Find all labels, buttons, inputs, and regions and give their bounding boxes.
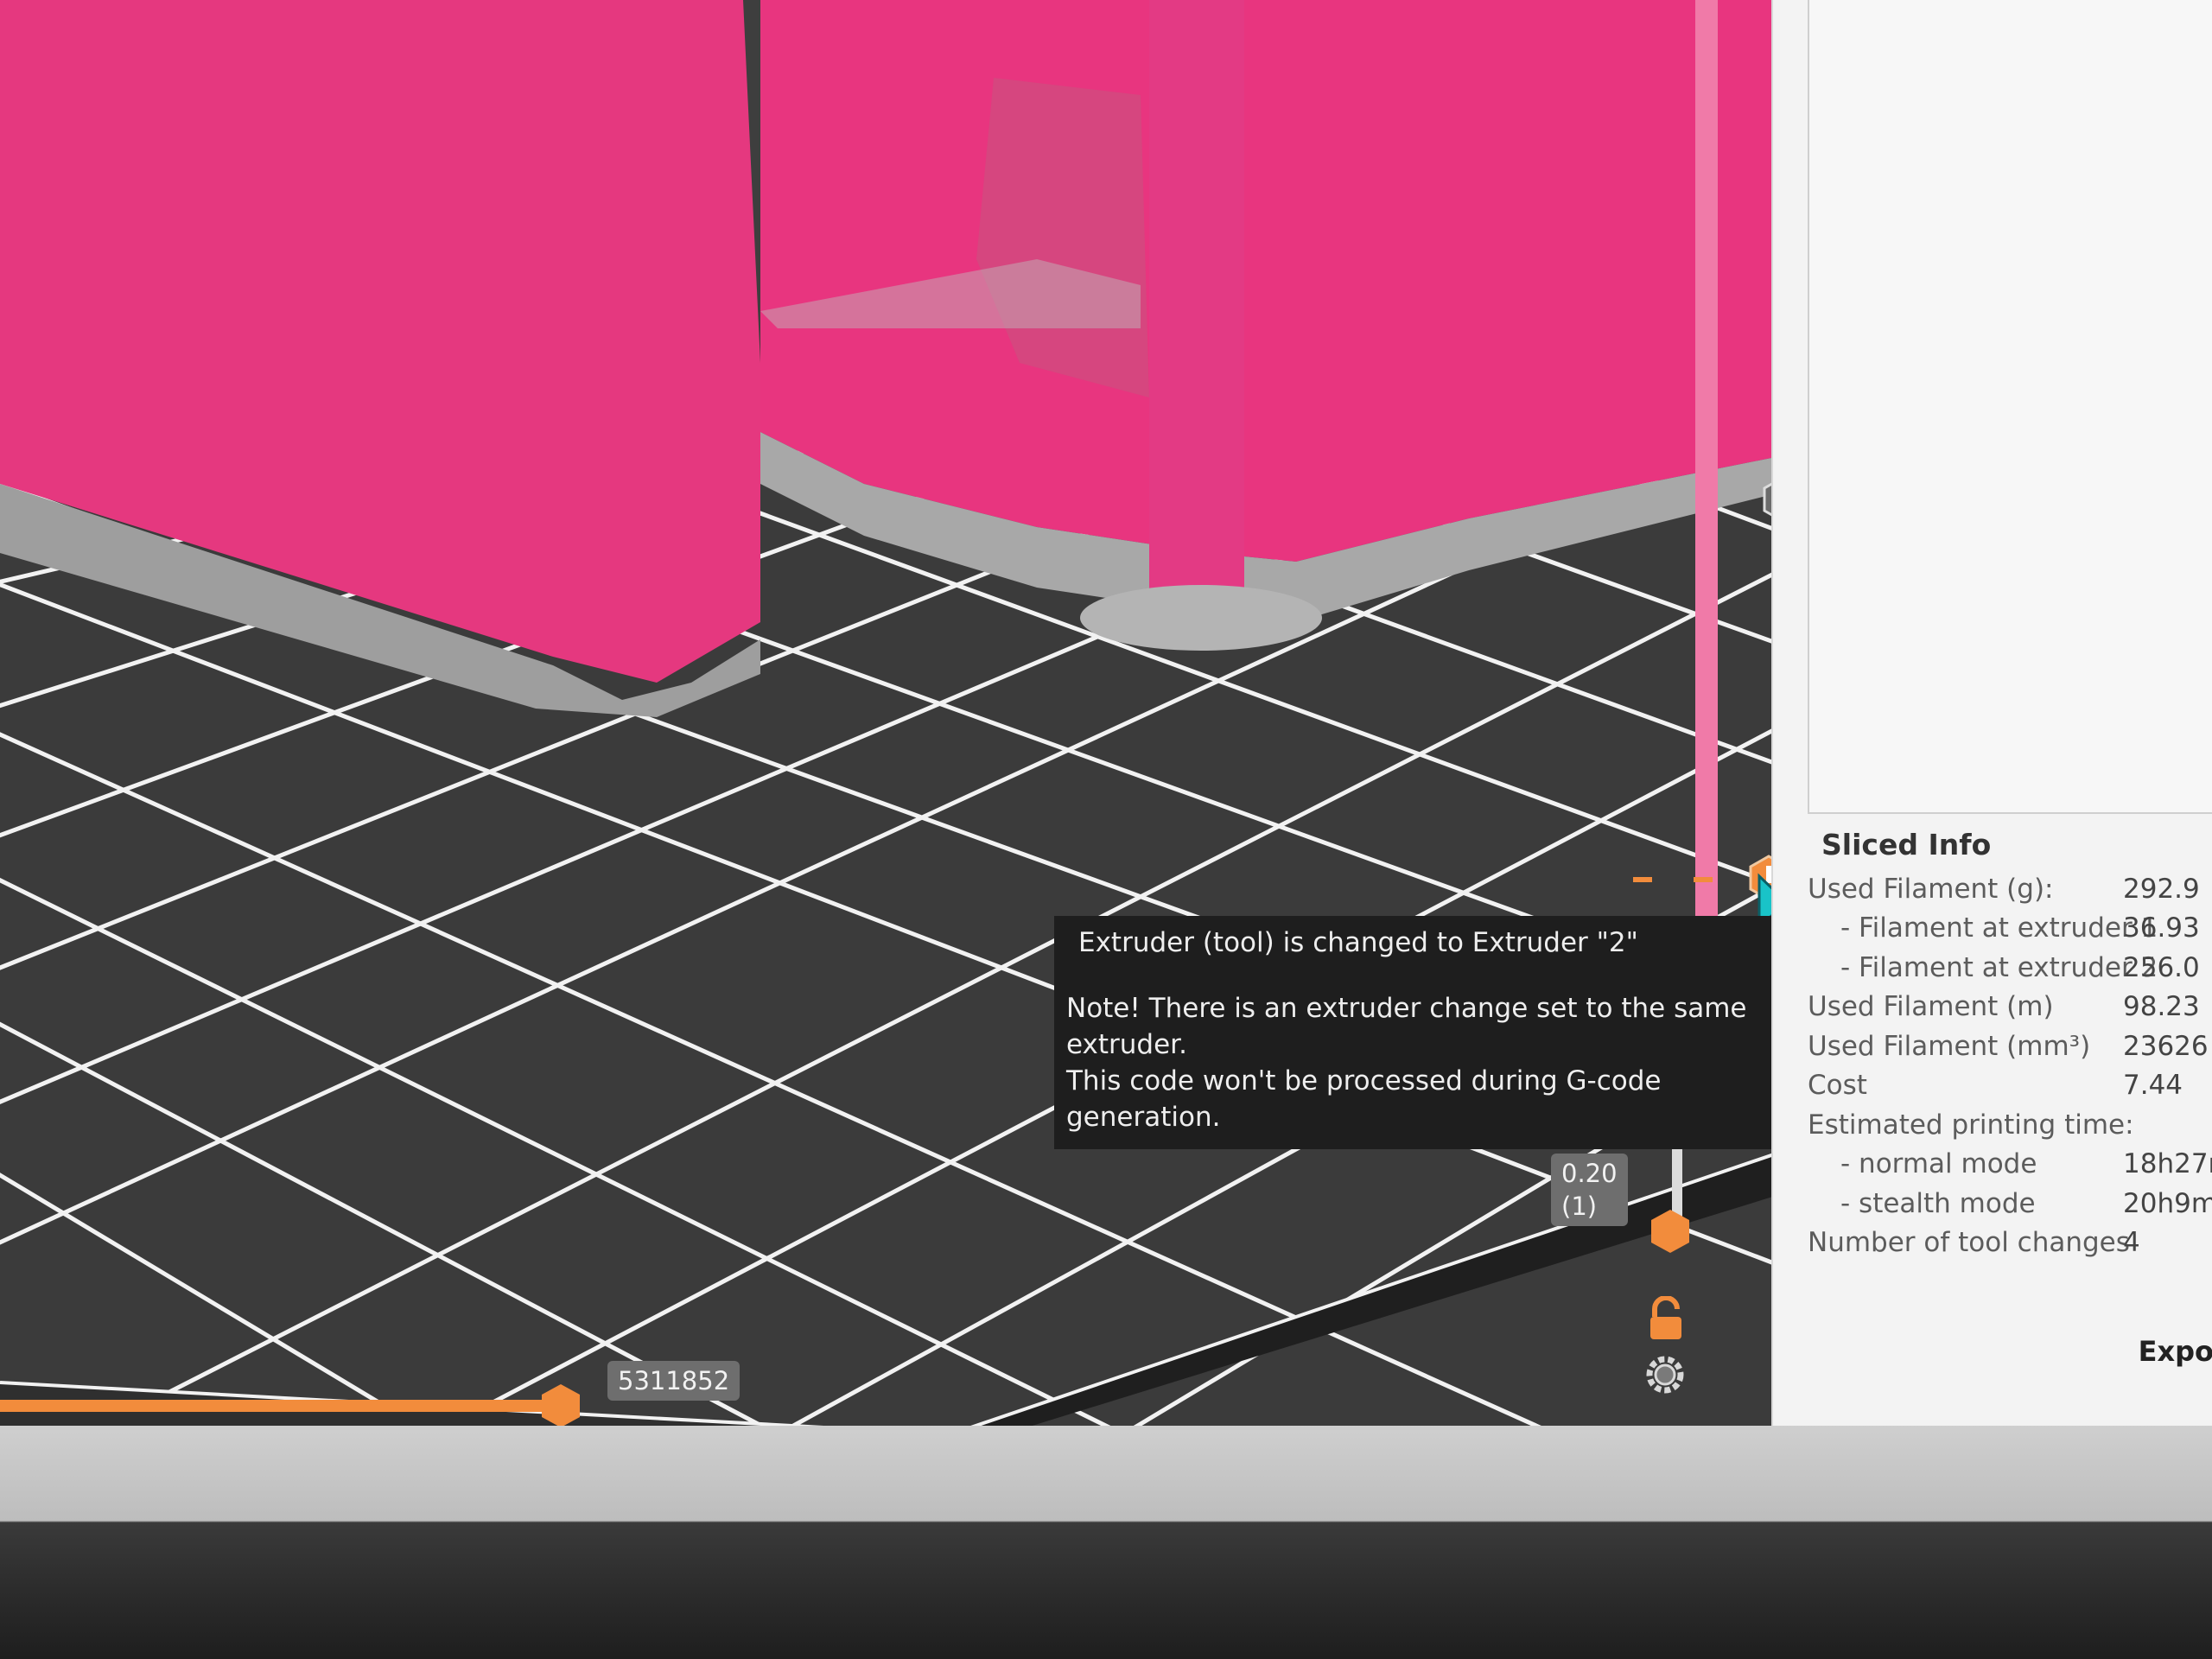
sliced-info-row: Cost 7.44: [1799, 1066, 2212, 1106]
tooltip-note-line-1: Note! There is an extruder change set to…: [1066, 993, 1747, 1024]
sliced-info-row: Estimated printing time:: [1799, 1106, 2212, 1146]
sliced-info-row: - Filament at extruder 2 256.0: [1799, 949, 2212, 988]
layer-height-value: 0.20: [1561, 1159, 1618, 1188]
row-value: 256.0: [2123, 951, 2200, 983]
layer-index-value: (1): [1561, 1192, 1598, 1221]
row-value: 20h9m: [2123, 1187, 2212, 1219]
row-label: Used Filament (g):: [1808, 873, 2054, 905]
export-gcode-button[interactable]: Expo: [2139, 1335, 2212, 1368]
3d-preview-viewport[interactable]: 0.20 (1) 5311852 Extruder (tool) is chan…: [0, 0, 1815, 1443]
row-value: 23626: [2123, 1030, 2209, 1062]
row-label: Cost: [1808, 1070, 1867, 1101]
tooltip-title: Extruder (tool) is changed to Extruder "…: [1078, 927, 1638, 958]
print-bed-scene: [0, 0, 1815, 1443]
row-label: Used Filament (m): [1808, 991, 2054, 1022]
sliced-info-row: Used Filament (m) 98.23: [1799, 988, 2212, 1027]
extruder-change-tooltip: Extruder (tool) is changed to Extruder "…: [1054, 916, 1771, 1149]
sliced-info-title: Sliced Info: [1821, 828, 1992, 861]
lock-icon[interactable]: [1646, 1296, 1686, 1343]
tooltip-note-line-3: This code won't be processed during G-co…: [1066, 1065, 1662, 1133]
sliced-info-row: - Filament at extruder 1 36.93: [1799, 909, 2212, 949]
row-value: 18h27r: [2123, 1148, 2212, 1179]
row-value: 7.44: [2123, 1070, 2183, 1101]
row-value: 36.93: [2123, 912, 2200, 944]
tooltip-note-line-2: extruder.: [1066, 1029, 1187, 1060]
move-number-label: 5311852: [607, 1361, 741, 1401]
sliced-info-row: Used Filament (mm³) 23626: [1799, 1027, 2212, 1067]
row-label: Number of tool changes: [1808, 1227, 2130, 1258]
row-value: 292.9: [2123, 873, 2200, 905]
vertical-slider-thumb-icon[interactable]: [1649, 1208, 1692, 1255]
row-label: Estimated printing time:: [1808, 1109, 2134, 1141]
row-label: - Filament at extruder 1: [1840, 912, 2158, 944]
row-value: 98.23: [2123, 991, 2200, 1022]
tick-mark-icon: [1633, 877, 1713, 882]
row-label: - Filament at extruder 2: [1840, 951, 2158, 983]
move-number-value: 5311852: [618, 1366, 730, 1395]
sidebar-blank-area: [1808, 0, 2212, 814]
sliced-info-row: - stealth mode 20h9m: [1799, 1185, 2212, 1224]
right-sidebar-panel: Sliced Info Used Filament (g): 292.9 - F…: [1771, 0, 2212, 1426]
sliced-info-section: Sliced Info Used Filament (g): 292.9 - F…: [1799, 825, 2212, 1263]
row-value: 4: [2123, 1227, 2140, 1258]
sliced-info-row: Number of tool changes 4: [1799, 1224, 2212, 1263]
monitor-bezel: [0, 1426, 2212, 1659]
row-label: - stealth mode: [1840, 1187, 2036, 1219]
settings-cog-icon[interactable]: [1643, 1353, 1687, 1396]
row-label: - normal mode: [1840, 1148, 2037, 1179]
layer-height-label: 0.20 (1): [1551, 1154, 1628, 1226]
row-label: Used Filament (mm³): [1808, 1030, 2091, 1062]
horizontal-slider-thumb-icon[interactable]: [539, 1382, 582, 1429]
sliced-info-row: - normal mode 18h27r: [1799, 1145, 2212, 1185]
sliced-info-row: Used Filament (g): 292.9: [1799, 870, 2212, 910]
